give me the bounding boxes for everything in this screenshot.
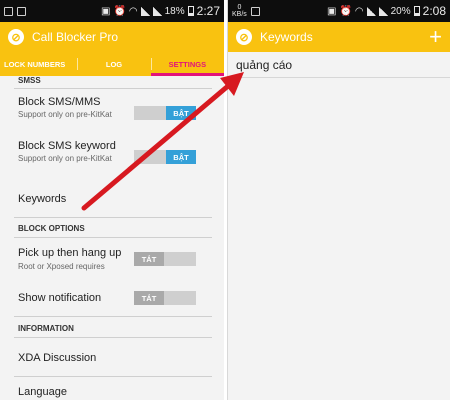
language-item[interactable]: Language xyxy=(18,386,67,398)
settings-list: SMSS Block SMS/MMS Support only on pre-K… xyxy=(0,76,224,400)
block-keyword-title[interactable]: Block SMS keyword xyxy=(18,140,116,152)
divider xyxy=(14,237,212,238)
block-keyword-subtitle: Support only on pre-KitKat xyxy=(18,154,112,163)
wifi-icon: ◠ xyxy=(128,5,138,17)
right-screen: 0 KB/s ▣ ⏰ ◠ 20% 2:08 ⊘ Keywords + quảng… xyxy=(227,0,450,400)
divider xyxy=(14,376,212,377)
divider xyxy=(14,337,212,338)
block-circle-icon[interactable]: ⊘ xyxy=(8,29,24,45)
pickup-hangup-subtitle: Root or Xposed requires xyxy=(18,262,105,271)
status-bar: ▣ ⏰ ◠ 18% 2:27 xyxy=(0,0,224,22)
tab-bar: LOCK NUMBERS LOG SETTINGS xyxy=(0,52,224,76)
keyword-list-item[interactable]: quảng cáo xyxy=(228,52,450,78)
clock-icon: ⏰ xyxy=(339,5,352,17)
app-bar: ⊘ Call Blocker Pro xyxy=(0,22,224,52)
toggle-label: BẬT xyxy=(166,150,196,164)
battery-percent: 18% xyxy=(164,5,185,17)
section-header-sms: SMSS xyxy=(18,76,41,85)
status-time: 2:08 xyxy=(422,4,446,18)
keywords-item[interactable]: Keywords xyxy=(18,193,66,205)
block-sms-subtitle: Support only on pre-KitKat xyxy=(18,110,112,119)
block-circle-icon[interactable]: ⊘ xyxy=(236,29,252,45)
toggle-label: TẮT xyxy=(134,252,164,266)
divider xyxy=(14,316,212,317)
toggle-label: TẮT xyxy=(134,291,164,305)
signal-icon xyxy=(140,6,150,16)
section-header-information: INFORMATION xyxy=(18,324,74,333)
show-notification-title[interactable]: Show notification xyxy=(18,292,101,304)
divider xyxy=(14,88,212,89)
photo-notification-icon xyxy=(17,6,26,16)
block-sms-title[interactable]: Block SMS/MMS xyxy=(18,96,101,108)
toggle-label: BẬT xyxy=(166,106,196,120)
tab-settings[interactable]: SETTINGS xyxy=(150,52,224,76)
tab-block-numbers[interactable]: LOCK NUMBERS xyxy=(0,52,77,76)
xda-discussion-item[interactable]: XDA Discussion xyxy=(18,352,96,364)
sim-icon: ▣ xyxy=(326,5,337,17)
signal-2-icon xyxy=(378,6,388,16)
keyword-text: quảng cáo xyxy=(236,57,293,72)
app-bar: ⊘ Keywords + xyxy=(228,22,450,52)
image-notification-icon xyxy=(4,6,13,16)
tab-log[interactable]: LOG xyxy=(77,52,150,76)
data-speed: 0 KB/s xyxy=(232,4,247,18)
section-header-block-options: BLOCK OPTIONS xyxy=(18,224,85,233)
status-time: 2:27 xyxy=(196,4,220,18)
pickup-hangup-title[interactable]: Pick up then hang up xyxy=(18,247,122,259)
show-notification-toggle[interactable]: TẮT xyxy=(134,291,196,305)
status-bar: 0 KB/s ▣ ⏰ ◠ 20% 2:08 xyxy=(228,0,450,22)
sim-icon: ▣ xyxy=(100,5,111,17)
left-screen: ▣ ⏰ ◠ 18% 2:27 ⊘ Call Blocker Pro LOCK N… xyxy=(0,0,224,400)
data-speed-unit: KB/s xyxy=(232,11,247,18)
plus-icon[interactable]: + xyxy=(429,26,442,48)
signal-2-icon xyxy=(152,6,162,16)
battery-icon xyxy=(187,6,194,16)
image-notification-icon xyxy=(250,6,260,16)
block-keyword-toggle[interactable]: BẬT xyxy=(134,150,196,164)
signal-icon xyxy=(366,6,376,16)
battery-percent: 20% xyxy=(390,5,411,17)
divider xyxy=(14,217,212,218)
app-title: Call Blocker Pro xyxy=(32,30,119,44)
app-title: Keywords xyxy=(260,30,313,44)
battery-icon xyxy=(413,6,420,16)
pickup-hangup-toggle[interactable]: TẮT xyxy=(134,252,196,266)
clock-icon: ⏰ xyxy=(113,5,126,17)
wifi-icon: ◠ xyxy=(354,5,364,17)
block-sms-toggle[interactable]: BẬT xyxy=(134,106,196,120)
data-speed-value: 0 xyxy=(237,4,242,11)
